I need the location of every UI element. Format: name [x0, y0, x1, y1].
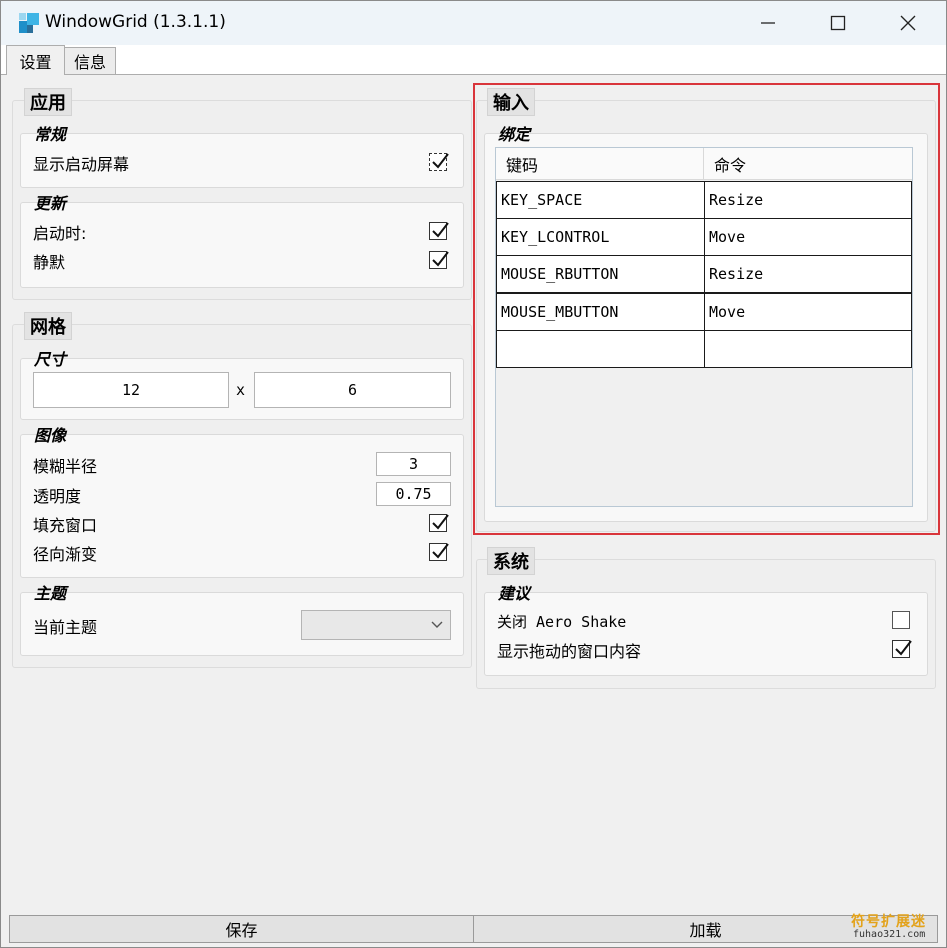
- silent-label: 静默: [33, 253, 66, 272]
- show-drag-content-checkbox[interactable]: [892, 640, 912, 658]
- app-section-title: 应用: [24, 88, 72, 116]
- show-splash-checkbox[interactable]: [429, 153, 449, 171]
- theme-group-label: 主题: [34, 584, 67, 603]
- checkmark-icon: [432, 543, 449, 559]
- update-group-label: 更新: [34, 194, 67, 213]
- minimize-icon: [761, 22, 775, 24]
- title-bar: WindowGrid (1.3.1.1): [1, 1, 946, 45]
- blur-input[interactable]: 3: [376, 452, 451, 476]
- app-logo-icon: [19, 13, 39, 33]
- fill-window-label: 填充窗口: [33, 516, 98, 535]
- aero-shake-checkbox[interactable]: [892, 611, 910, 629]
- tab-settings[interactable]: 设置: [6, 45, 65, 75]
- watermark-url: fuhao321.com: [853, 929, 926, 940]
- radial-gradient-checkbox[interactable]: [429, 543, 449, 561]
- opacity-label: 透明度: [33, 487, 82, 506]
- silent-checkbox[interactable]: [429, 251, 449, 269]
- theme-dropdown[interactable]: [301, 610, 451, 640]
- aero-shake-label: 关闭 Aero Shake: [497, 613, 627, 631]
- watermark: 符号扩展迷 fuhao321.com: [851, 911, 941, 945]
- size-separator: x: [236, 381, 246, 399]
- checkmark-icon: [895, 640, 912, 656]
- tab-strip: [1, 45, 946, 75]
- chevron-down-icon: [431, 621, 443, 628]
- advice-group-label: 建议: [498, 584, 531, 603]
- show-splash-label: 显示启动屏幕: [33, 155, 130, 174]
- minimize-button[interactable]: [733, 1, 803, 45]
- fill-window-checkbox[interactable]: [429, 514, 449, 532]
- on-start-label: 启动时:: [33, 224, 87, 243]
- close-button[interactable]: [873, 1, 943, 45]
- grid-width-input[interactable]: 12: [33, 372, 229, 408]
- close-icon: [900, 15, 916, 31]
- app-window: WindowGrid (1.3.1.1) 设置 信息 应用 常规 显示启动屏幕 …: [0, 0, 947, 948]
- size-group-label: 尺寸: [34, 350, 67, 369]
- radial-gradient-label: 径向渐变: [33, 545, 98, 564]
- highlight-box: [473, 83, 940, 535]
- update-group: [20, 202, 464, 288]
- save-button[interactable]: 保存: [9, 915, 474, 943]
- tab-divider: [1, 74, 946, 75]
- tab-info[interactable]: 信息: [64, 47, 116, 74]
- grid-height-input[interactable]: 6: [254, 372, 451, 408]
- system-section-title: 系统: [487, 547, 535, 575]
- checkmark-icon: [432, 251, 449, 267]
- checkmark-icon: [432, 222, 449, 238]
- checkmark-icon: [432, 514, 449, 530]
- maximize-button[interactable]: [803, 1, 873, 45]
- image-group-label: 图像: [34, 426, 67, 445]
- show-drag-content-label: 显示拖动的窗口内容: [497, 642, 642, 661]
- window-title: WindowGrid (1.3.1.1): [45, 12, 226, 32]
- blur-label: 模糊半径: [33, 457, 98, 476]
- grid-section-title: 网格: [24, 312, 72, 340]
- opacity-input[interactable]: 0.75: [376, 482, 451, 506]
- advice-group: [484, 592, 928, 676]
- watermark-title: 符号扩展迷: [851, 914, 926, 930]
- maximize-icon: [830, 15, 846, 31]
- current-theme-label: 当前主题: [33, 618, 98, 637]
- checkmark-icon: [432, 153, 449, 169]
- on-start-checkbox[interactable]: [429, 222, 449, 240]
- general-group-label: 常规: [34, 125, 67, 144]
